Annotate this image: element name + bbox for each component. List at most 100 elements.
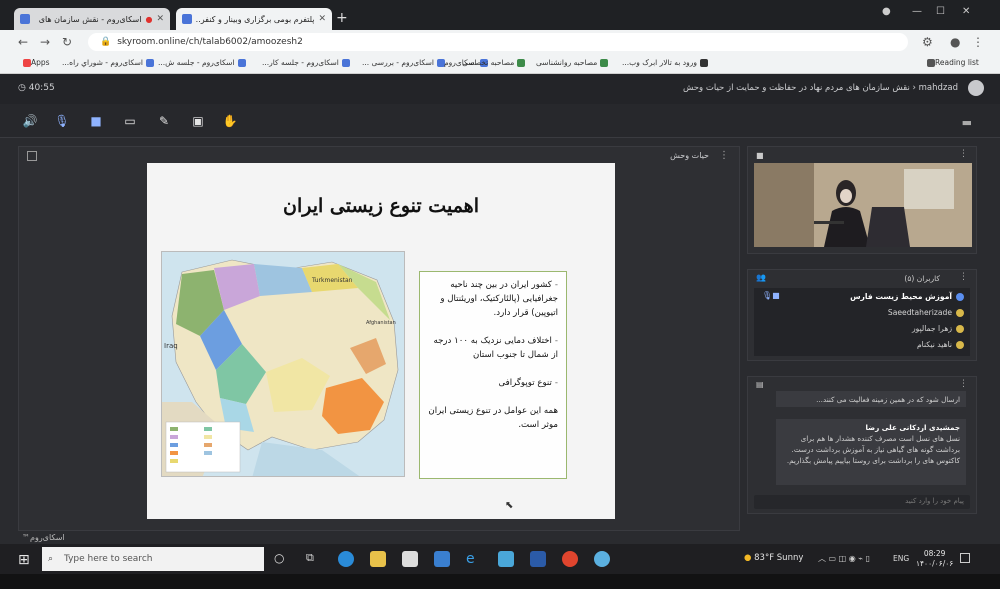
bookmark-item[interactable]: اسکای‌روم - بررسی ... [362,58,445,67]
whiteboard-pen-icon[interactable]: ✎ [156,114,172,128]
avatar[interactable] [968,80,984,96]
raise-hand-icon[interactable]: ✋ [222,114,238,128]
bookmark-item[interactable]: اسکای‌روم - جلسه ش... [158,58,246,67]
presentation-icon[interactable]: ▣ [190,114,206,128]
file-explorer-icon[interactable] [370,551,386,567]
skyroom-app: ◷ 40:55 mahdzad ‹ نقش سازمان های مردم نه… [0,74,1000,544]
fullscreen-icon[interactable] [27,151,37,161]
kebab-menu-icon[interactable]: ⋮ [959,272,968,282]
screen-bezel [0,574,1000,589]
url-text: skyroom.online/ch/talab6002/amoozesh2 [117,37,303,47]
close-icon[interactable]: ✕ [156,14,164,24]
panel-menu-icon[interactable]: ▬ [962,116,972,129]
back-icon[interactable]: ← [18,35,28,49]
close-window-icon[interactable]: ✕ [962,6,970,17]
system-clock[interactable]: 08:29 ۱۴۰۰/۰۶/۰۶ [916,549,953,569]
avatar[interactable]: ● [950,35,960,49]
slide: اهمیت تنوع زیستی ایران Turkmenistan Iraq… [147,163,615,519]
mail-icon[interactable] [434,551,450,567]
list-item[interactable]: ناهید نیکنام [917,340,964,354]
profile-icon[interactable]: ● [882,6,891,17]
address-bar: ← → ↻ 🔒 skyroom.online/ch/talab6002/amooz… [0,30,1000,54]
windows-taskbar: ⊞ ⌕ Type here to search ○ ⧉ e ● 83°F Sunn… [0,544,1000,574]
speaker-icon[interactable]: 🔊 [22,114,38,128]
app-icon[interactable] [498,551,514,567]
user-icon [956,341,964,349]
list-item[interactable]: زهرا جمالپور [912,324,964,338]
bookmark-item[interactable]: ورود به تالار ابرک وب... [622,58,708,67]
store-icon[interactable] [402,551,418,567]
new-tab-icon[interactable]: + [336,10,348,26]
lock-icon: 🔒 [100,37,112,47]
chat-message: جمشیدی اردکانی علی رضا نسل های نسل است م… [776,419,966,485]
user-icon [956,293,964,301]
chat-author: جمشیدی اردکانی علی رضا [865,423,960,432]
internet-explorer-icon[interactable]: e [466,551,482,567]
screen-share-icon[interactable]: ▭ [122,114,138,128]
kebab-menu-icon[interactable]: ⋮ [959,379,968,389]
bookmark-item[interactable]: اسکای‌روم - جلسه کار... [262,58,350,67]
clock-icon: ◷ [18,83,26,93]
microphone-icon[interactable]: 🎙 [54,114,70,128]
browser-menu-icon[interactable]: ⋮ [972,35,984,49]
url-input[interactable]: 🔒 skyroom.online/ch/talab6002/amoozesh2 [88,33,908,51]
reading-list-icon [927,59,935,67]
skyroom-icon [341,59,350,67]
maximize-icon[interactable]: ☐ [936,6,945,17]
map-label-afghanistan: Afghanistan [366,320,396,326]
word-icon[interactable] [530,551,546,567]
language-indicator[interactable]: ENG [893,554,909,563]
map-image: Turkmenistan Iraq Afghanistan [162,252,404,476]
users-panel: 👥 ⋮ کاربران (۵) آموزش محیط زیست فارس 🎙■ … [747,269,977,361]
kebab-menu-icon[interactable]: ⋮ [959,149,968,159]
map-label-iraq: Iraq [164,342,178,350]
minimize-icon[interactable]: — [912,6,922,17]
cortana-icon[interactable]: ○ [274,551,290,567]
list-item[interactable]: آموزش محیط زیست فارس [850,292,964,306]
mic-camera-icon: 🎙■ [762,291,780,300]
bookmark-item[interactable]: مصاحبه روانشناسی [536,58,609,67]
close-icon[interactable]: ✕ [318,14,326,24]
chat-icon: ▤ [756,380,764,389]
app-icon[interactable] [594,551,610,567]
chrome-icon[interactable] [562,551,578,567]
webcam-video [754,163,972,247]
camera-icon[interactable]: ■ [88,114,104,128]
reload-icon[interactable]: ↻ [62,35,72,49]
forward-icon[interactable]: → [40,35,50,49]
slide-bullet-box: -کشور ایران در بین چند ناحیه جغرافیایی (… [419,271,567,479]
bullet-item: -کشور ایران در بین چند ناحیه جغرافیایی (… [440,280,558,318]
bullet-item: -تنوع توپوگرافی [498,378,558,388]
bookmark-item[interactable]: مصاحبه تخصصی [462,58,526,67]
windows-start-icon[interactable]: ⊞ [18,552,30,568]
notification-icon[interactable] [960,553,970,563]
chat-input[interactable]: پیام خود را وارد کنید [754,495,970,509]
kebab-menu-icon[interactable]: ⋮ [719,150,729,161]
webcam-image [754,163,972,247]
list-item[interactable]: Saeedtaherizade [888,308,964,322]
camera-icon: ■ [756,151,764,160]
weather-widget[interactable]: ● 83°F Sunny [744,553,803,563]
users-panel-title: کاربران (۵) [904,274,940,283]
video-panel: ■ ⋮ [747,146,977,254]
taskbar-search-input[interactable]: ⌕ Type here to search [42,547,264,571]
breadcrumb: mahdzad ‹ نقش سازمان های مردم نهاد در حف… [682,83,958,93]
edge-icon[interactable] [338,551,354,567]
sun-icon: ● [744,553,752,563]
extensions-icon[interactable]: ⚙ [922,35,933,49]
bookmark-item[interactable]: اسکای‌روم - شوراي راه... [62,58,154,67]
map-label-turkmenistan: Turkmenistan [311,277,353,284]
stage-title: حیات وحش [670,151,709,160]
task-view-icon[interactable]: ⧉ [306,551,322,567]
toolbar: 🔊 🎙 ■ ▭ ✎ ▣ ✋ ▬ [0,104,1000,138]
browser-tab-1[interactable]: ✕ ● اسکای‌روم - نقش سازمان های [14,8,170,30]
browser-tab-bar: ✕ ● اسکای‌روم - نقش سازمان های ✕ پلتفرم … [0,0,1000,30]
apps-icon [23,59,31,67]
bookmark-apps[interactable]: Apps [20,58,50,67]
reading-list[interactable]: Reading list [924,58,979,67]
user-icon [956,309,964,317]
tab-title: اسکای‌روم - نقش سازمان های [38,14,142,24]
chat-panel: ▤ ⋮ ارسال شود که در همین زمینه فعالیت می… [747,376,977,514]
system-tray-icons[interactable]: ︿ ▭ ◫ ◉ ⌁ ▯ [818,553,870,564]
browser-tab-2[interactable]: ✕ پلتفرم بومی برگزاری وبینار و کنفر... [176,8,332,30]
